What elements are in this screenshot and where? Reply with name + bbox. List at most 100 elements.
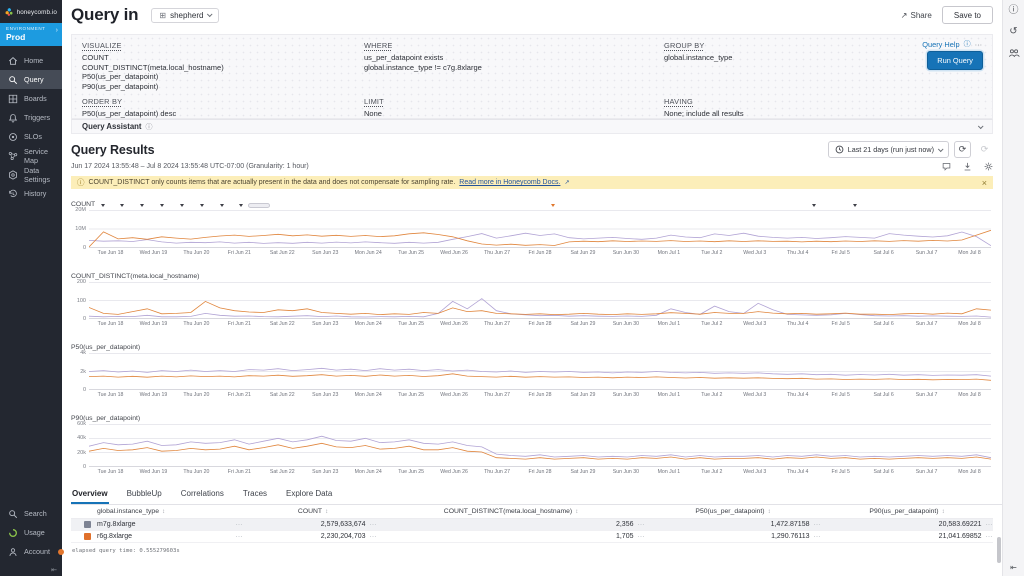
y-axis-tick: 0 (71, 464, 86, 470)
query-clause[interactable]: None; include all results (664, 109, 744, 119)
sort-icon: ↕ (768, 509, 771, 515)
vertical-scrollbar-thumb[interactable] (997, 537, 1001, 563)
deploy-marker-icon[interactable] (140, 204, 144, 207)
close-banner-icon[interactable]: × (982, 178, 987, 188)
sidebar-item-search[interactable]: Search (0, 504, 62, 523)
time-range-dropdown[interactable]: Last 21 days (run just now) (828, 141, 949, 158)
sidebar-item-boards[interactable]: Boards (0, 89, 62, 108)
sidebar-item-service-map[interactable]: Service Map (0, 146, 62, 165)
deploy-marker-icon[interactable] (160, 204, 164, 207)
query-clause[interactable]: global.instance_type (664, 53, 732, 63)
query-clause[interactable]: P50(us_per_datapoint) (82, 72, 224, 82)
column-header-p90[interactable]: P90(us_per_datapoint)↕ (821, 508, 993, 515)
tab-traces[interactable]: Traces (242, 485, 268, 504)
collapse-rail-icon[interactable]: ⇤ (1003, 563, 1024, 572)
x-axis-tick: Thu Jun 20 (175, 469, 218, 475)
dataset-selector[interactable]: ⊞ shepherd (151, 8, 219, 23)
column-header-count-distinct[interactable]: COUNT_DISTINCT(meta.local_hostname)↕ (377, 508, 645, 515)
tab-bubbleup[interactable]: BubbleUp (126, 485, 163, 504)
chart-plot[interactable] (89, 424, 991, 467)
chart-p50: P50(us_per_datapoint) 4k2k0 Tue Jun 18We… (71, 344, 993, 399)
cell-menu-icon[interactable]: ⋯ (814, 521, 822, 529)
deploy-marker-icon[interactable] (812, 204, 816, 207)
cell-menu-icon[interactable]: ⋯ (236, 521, 244, 529)
query-clause[interactable]: COUNT (82, 53, 224, 63)
sidebar-item-account[interactable]: Account (0, 542, 62, 561)
cell-menu-icon[interactable]: ⋯ (370, 533, 378, 541)
chart-plot[interactable] (89, 282, 991, 319)
x-axis-tick: Fri Jun 21 (218, 392, 261, 398)
sidebar-item-data-settings[interactable]: Data Settings (0, 165, 62, 184)
deploy-marker-icon[interactable] (200, 204, 204, 207)
marker-group-pill[interactable] (248, 203, 271, 208)
share-button[interactable]: ↗Share (901, 11, 932, 20)
query-clause[interactable]: P90(us_per_datapoint) (82, 82, 224, 92)
deploy-marker-icon[interactable] (220, 204, 224, 207)
query-clause[interactable]: None (364, 109, 384, 119)
deploy-marker-icon[interactable] (853, 204, 857, 207)
deploy-marker-icon[interactable] (239, 204, 243, 207)
x-axis-tick: Sun Jun 30 (604, 469, 647, 475)
chevron-down-icon (207, 11, 213, 17)
chevron-down-icon[interactable] (978, 123, 984, 129)
visualize-section[interactable]: VISUALIZE COUNTCOUNT_DISTINCT(meta.local… (82, 41, 224, 91)
query-menu-icon[interactable]: ⋯ (975, 40, 983, 49)
honeycomb-logo[interactable]: honeycomb.io (0, 0, 62, 23)
docs-link[interactable]: Read more in Honeycomb Docs. (459, 179, 560, 186)
query-assistant-bar[interactable]: Query Assistant ⓘ (71, 119, 993, 134)
team-icon[interactable] (1008, 48, 1020, 61)
deploy-marker-highlighted-icon[interactable] (551, 204, 555, 207)
sidebar-item-history[interactable]: History (0, 184, 62, 203)
cell-menu-icon[interactable]: ⋯ (986, 533, 994, 541)
rerun-query-button[interactable]: ⟳ (954, 141, 971, 158)
sidebar-item-triggers[interactable]: Triggers (0, 108, 62, 127)
sidebar-item-label: Account (24, 547, 50, 556)
query-clause[interactable]: global.instance_type != c7g.8xlarge (364, 63, 482, 73)
comments-icon[interactable] (942, 162, 951, 171)
tab-overview[interactable]: Overview (71, 485, 109, 504)
query-clause[interactable]: P50(us_per_datapoint) desc (82, 109, 176, 119)
having-section[interactable]: HAVING None; include all results (664, 97, 744, 119)
history-icon[interactable]: ↺ (1009, 27, 1017, 37)
chart-plot[interactable] (89, 353, 991, 390)
cell-menu-icon[interactable]: ⋯ (236, 533, 244, 541)
group-by-section[interactable]: GROUP BY global.instance_type (664, 41, 732, 63)
cell-menu-icon[interactable]: ⋯ (370, 521, 378, 529)
query-help-link[interactable]: Query Help (922, 40, 959, 49)
table-row[interactable]: m7g.8xlarge⋯ 2,579,633,674⋯ 2,356⋯ 1,472… (71, 519, 993, 531)
deploy-marker-icon[interactable] (101, 204, 105, 207)
gear-icon[interactable] (984, 162, 993, 171)
chart-plot[interactable] (89, 210, 991, 248)
limit-section[interactable]: LIMIT None (364, 97, 384, 119)
query-builder[interactable]: VISUALIZE COUNTCOUNT_DISTINCT(meta.local… (71, 34, 993, 119)
query-clause[interactable]: COUNT_DISTINCT(meta.local_hostname) (82, 63, 224, 73)
order-by-section[interactable]: ORDER BY P50(us_per_datapoint) desc (82, 97, 176, 119)
download-icon[interactable] (963, 162, 972, 171)
cell-menu-icon[interactable]: ⋯ (986, 521, 994, 529)
collapse-sidebar-icon[interactable]: ⇤ (51, 566, 57, 574)
environment-switcher[interactable]: ENVIRONMENT Prod › (0, 23, 62, 46)
cell-menu-icon[interactable]: ⋯ (638, 533, 646, 541)
deploy-marker-icon[interactable] (180, 204, 184, 207)
cell-menu-icon[interactable]: ⋯ (814, 533, 822, 541)
sidebar-item-query[interactable]: Query (0, 70, 62, 89)
column-header-count[interactable]: COUNT↕ (249, 508, 377, 515)
run-query-button[interactable]: Run Query (927, 51, 983, 70)
x-axis-tick: Mon Jun 24 (347, 392, 390, 398)
save-to-button[interactable]: Save to (942, 6, 993, 24)
tab-correlations[interactable]: Correlations (180, 485, 225, 504)
deploy-marker-icon[interactable] (120, 204, 124, 207)
column-header-instance-type[interactable]: global.instance_type↕ (71, 508, 249, 515)
chart-title: P90(us_per_datapoint) (71, 415, 993, 424)
query-clause[interactable]: us_per_datapoint exists (364, 53, 482, 63)
column-header-p50[interactable]: P50(us_per_datapoint)↕ (645, 508, 821, 515)
cell-menu-icon[interactable]: ⋯ (638, 521, 646, 529)
sidebar-item-usage[interactable]: Usage (0, 523, 62, 542)
table-row[interactable]: r6g.8xlarge⋯ 2,230,204,703⋯ 1,705⋯ 1,290… (71, 531, 993, 543)
info-icon[interactable]: ⓘ (1009, 6, 1019, 16)
sidebar-item-slos[interactable]: SLOs (0, 127, 62, 146)
where-section[interactable]: WHERE us_per_datapoint existsglobal.inst… (364, 41, 482, 72)
series-line-m7g.8xlarge (89, 232, 991, 246)
sidebar-item-home[interactable]: Home (0, 51, 62, 70)
tab-explore-data[interactable]: Explore Data (285, 485, 333, 504)
